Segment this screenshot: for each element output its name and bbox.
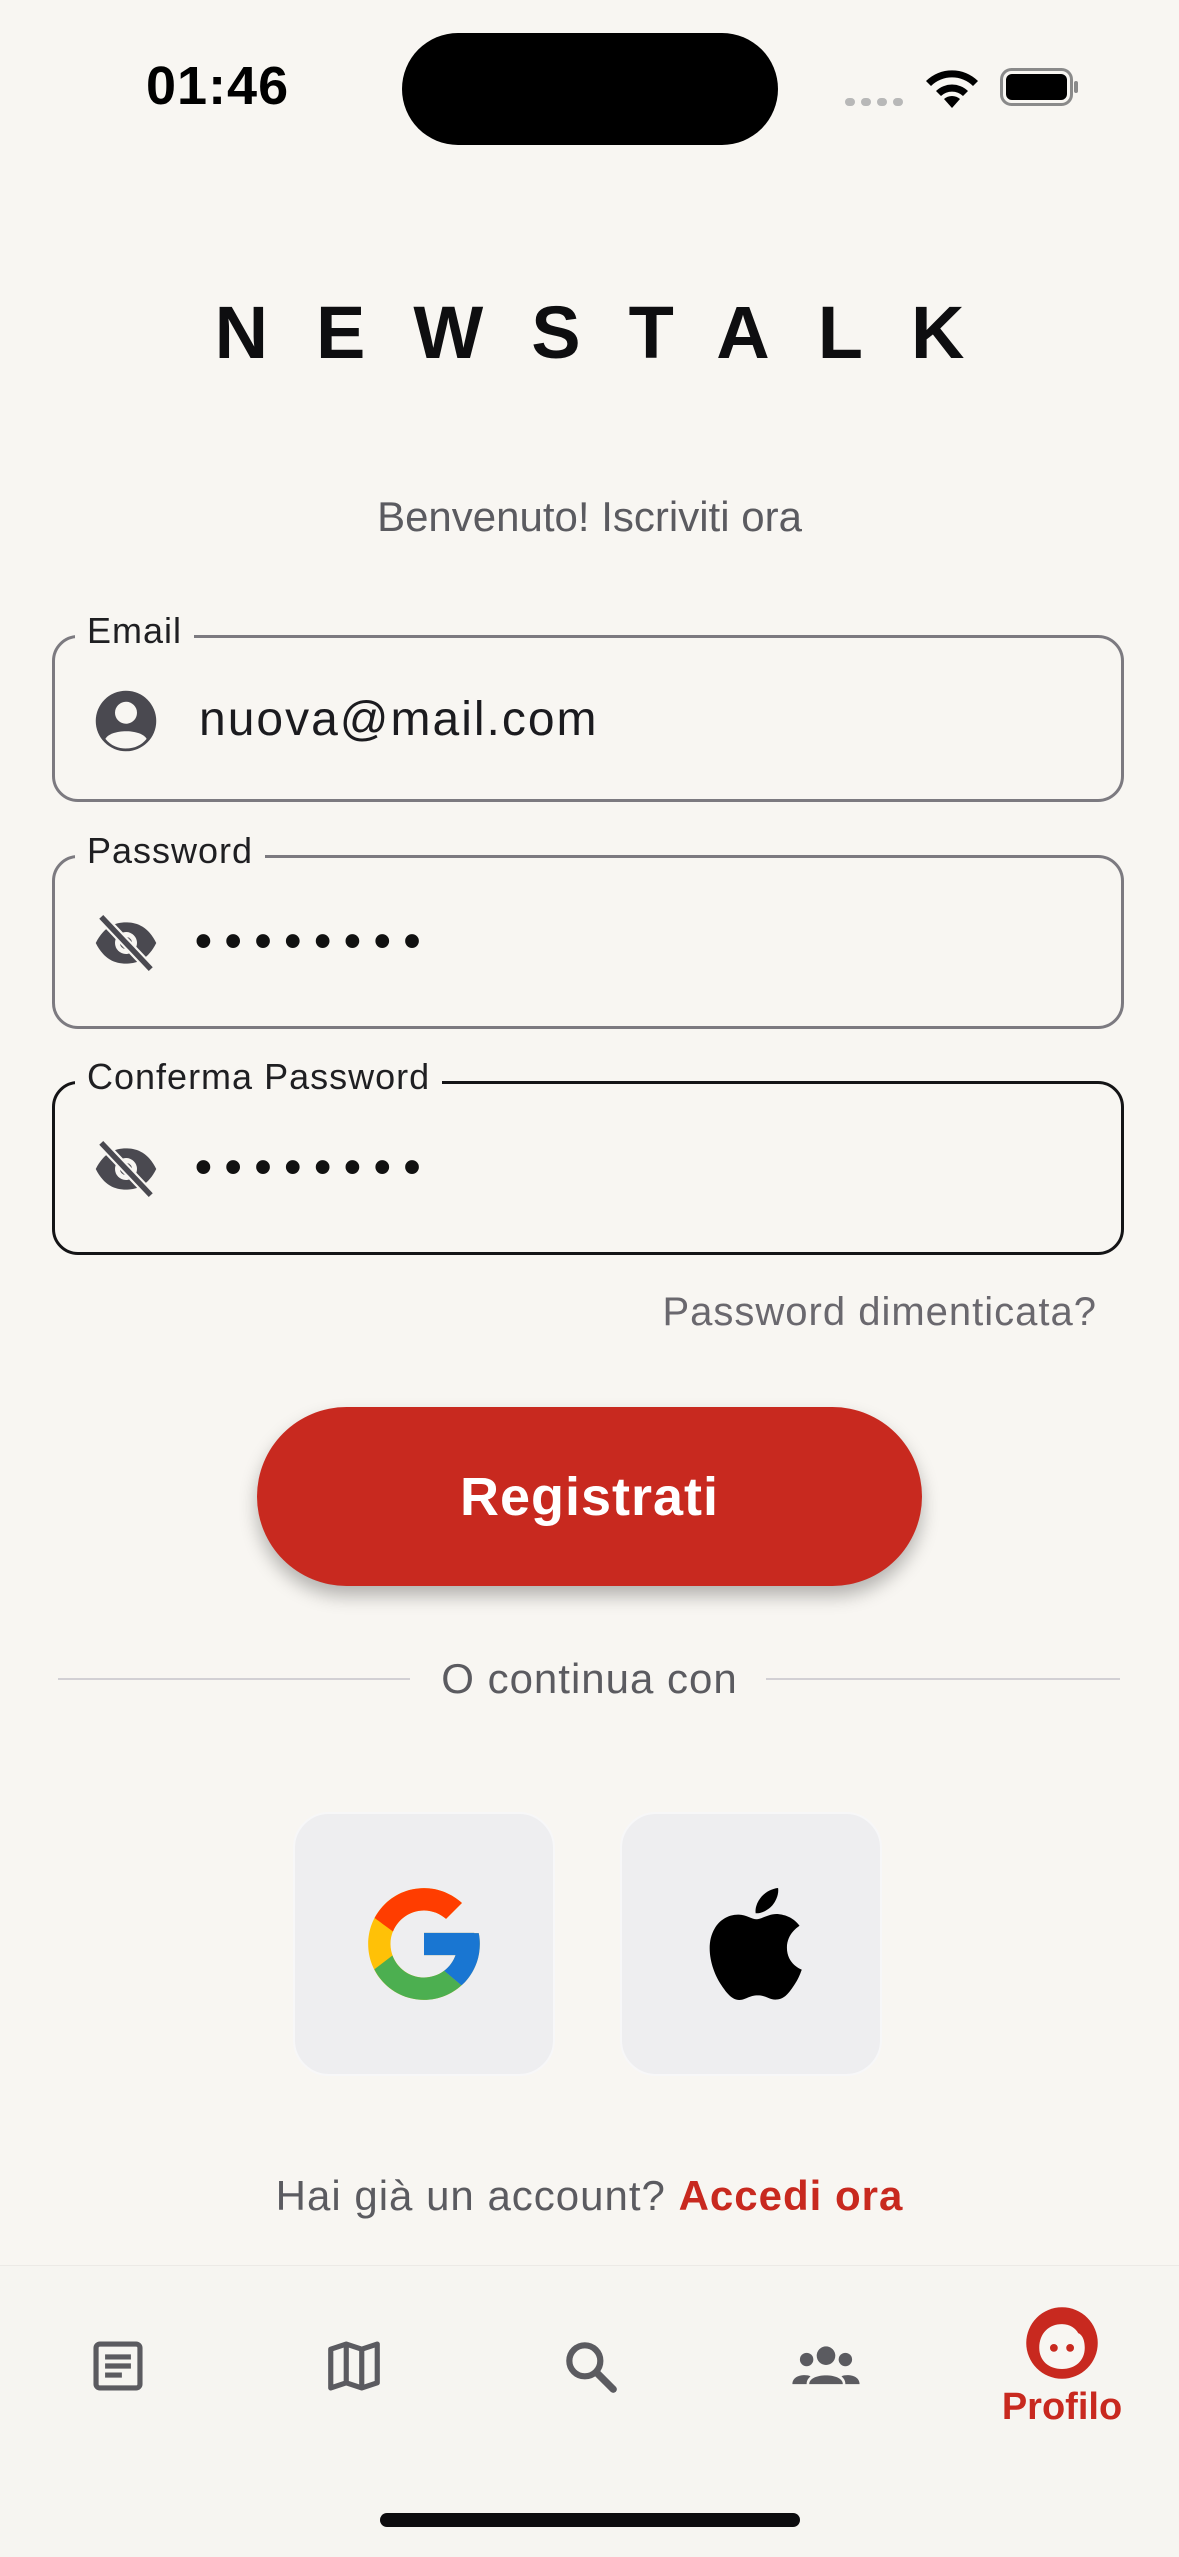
visibility-off-icon[interactable] [93,1136,159,1202]
nav-map[interactable] [236,2266,472,2466]
password-field[interactable]: Password •••••••• [52,830,1124,1029]
login-link[interactable]: Accedi ora [679,2172,904,2219]
google-signin-button[interactable] [293,1812,555,2076]
google-icon [368,1888,480,2000]
app-logo: NEWSTALK [214,291,1013,374]
confirm-password-value: •••••••• [195,1141,434,1194]
confirm-password-label: Conferma Password [75,1056,443,1098]
profile-icon [1026,2306,1098,2379]
nav-news[interactable] [0,2266,236,2466]
password-value: •••••••• [195,915,434,968]
forgot-password-link[interactable]: Password dimenticata? [662,1290,1097,1335]
login-prompt: Hai già un account? Accedi ora [0,2172,1179,2220]
battery-icon [1000,68,1078,106]
email-value: nuova@mail.com [199,693,599,746]
confirm-password-field[interactable]: Conferma Password •••••••• [52,1056,1124,1255]
email-label: Email [75,610,195,652]
register-button[interactable]: Registrati [257,1407,922,1586]
dynamic-island [402,33,778,145]
divider-line-right [766,1678,1120,1680]
email-field[interactable]: Email nuova@mail.com [52,610,1124,802]
nav-profile-label: Profilo [1001,2385,1123,2428]
apple-icon [709,1888,802,2000]
cellular-signal-icon [845,93,909,111]
welcome-subtitle: Benvenuto! Iscriviti ora [377,493,802,540]
login-prompt-text: Hai già un account? [275,2172,679,2219]
group-icon [792,2346,860,2385]
nav-search[interactable] [472,2266,708,2466]
wifi-icon [926,70,978,108]
map-icon [328,2341,380,2391]
account-circle-icon [95,690,157,752]
password-label: Password [75,830,266,872]
status-time: 01:46 [146,56,290,116]
nav-profile[interactable]: Profilo [944,2266,1179,2466]
visibility-off-icon[interactable] [93,910,159,976]
article-icon [93,2341,143,2391]
nav-community[interactable] [708,2266,944,2466]
home-indicator [380,2513,800,2527]
apple-signin-button[interactable] [620,1812,882,2076]
search-icon [566,2342,617,2393]
